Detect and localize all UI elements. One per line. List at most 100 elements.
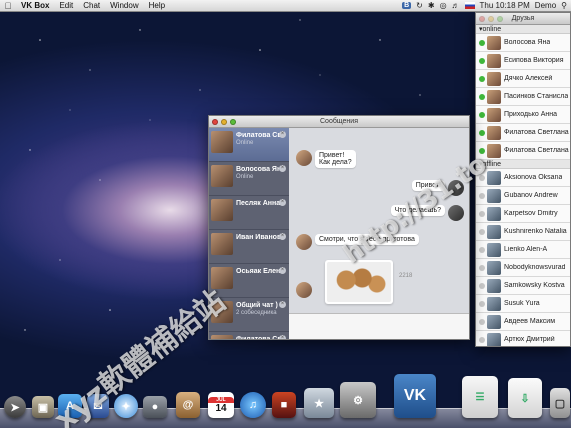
close-conversation-icon[interactable]: ×	[279, 335, 286, 339]
safari-icon[interactable]: ✦	[114, 394, 138, 418]
conversation-item[interactable]: Общий чат ) 2 собеседника ×	[209, 298, 289, 332]
friend-item[interactable]: Aksionova Oksana	[476, 169, 570, 187]
friend-item[interactable]: Приходько Анна	[476, 106, 570, 124]
online-section-header[interactable]: ▾online	[476, 25, 570, 34]
minimize-button[interactable]	[221, 118, 227, 125]
messages-titlebar[interactable]: Сообщения	[209, 116, 469, 128]
friend-item[interactable]: Nobodyknowsvurad	[476, 259, 570, 277]
clock[interactable]: Thu 10:18 PM	[480, 1, 530, 10]
spotlight-icon[interactable]: ⚲	[561, 1, 567, 10]
avatar	[487, 260, 501, 275]
message-bubble: Привет!	[411, 180, 445, 191]
avatar	[211, 335, 233, 339]
close-conversation-icon[interactable]: ×	[279, 165, 286, 172]
calendar-icon[interactable]: JUL 14	[208, 392, 234, 418]
close-conversation-icon[interactable]: ×	[279, 267, 286, 274]
wifi-icon[interactable]: ◎	[440, 1, 447, 10]
close-button[interactable]	[479, 15, 485, 22]
zoom-button[interactable]	[497, 15, 503, 22]
avatar	[487, 206, 501, 221]
online-status-icon	[479, 147, 485, 154]
friend-name: Nobodyknowsvurad	[504, 264, 566, 271]
system-preferences-icon[interactable]: ⚙	[340, 382, 376, 418]
input-language-flag-icon[interactable]	[464, 2, 475, 9]
friend-item[interactable]: Lienko Alen-A	[476, 241, 570, 259]
installer-document-icon[interactable]: ⇩	[508, 378, 542, 418]
zoom-button[interactable]	[230, 118, 236, 125]
friend-name: Есипова Виктория	[504, 57, 564, 64]
friend-name: Gubanov Andrew	[504, 192, 558, 199]
online-status-icon	[479, 57, 485, 64]
close-conversation-icon[interactable]: ×	[279, 301, 286, 308]
close-conversation-icon[interactable]: ×	[279, 131, 286, 138]
trash-icon[interactable]: ▢	[550, 388, 570, 418]
photo-booth-icon[interactable]: ■	[272, 392, 296, 418]
menu-chat[interactable]: Chat	[78, 1, 105, 10]
chat-pane: Привет! Как дела? 2217 Привет! 2218 Что …	[289, 128, 469, 339]
attached-photo[interactable]	[325, 260, 393, 304]
friend-name: Филатова Светлана	[504, 129, 569, 136]
avatar	[487, 107, 501, 122]
vk-status-icon[interactable]: B	[402, 2, 412, 9]
rocket-launchpad-icon[interactable]: ➤	[4, 396, 26, 418]
friend-item[interactable]: Gubanov Andrew	[476, 187, 570, 205]
document-stack-icon[interactable]: ☰	[462, 376, 498, 418]
friend-name: Karpetsov Dmitry	[504, 210, 558, 217]
friend-item[interactable]: Susuk Yura	[476, 295, 570, 313]
friend-item[interactable]: Karpetsov Dmitry	[476, 205, 570, 223]
menu-bar:  VK Box Edit Chat Window Help B ↻ ✱ ◎ ♬…	[0, 0, 571, 12]
sync-icon[interactable]: ↻	[416, 1, 423, 10]
app-menu[interactable]: VK Box	[16, 1, 54, 10]
friend-item[interactable]: Авдеев Максим	[476, 313, 570, 331]
friend-item[interactable]: Артюх Дмитрий	[476, 331, 570, 346]
offline-section-header[interactable]: ▾offline	[476, 160, 570, 169]
avatar	[211, 233, 233, 255]
close-conversation-icon[interactable]: ×	[279, 199, 286, 206]
preview-icon[interactable]: ✉	[87, 394, 109, 418]
volume-icon[interactable]: ♬	[452, 1, 460, 10]
address-book-icon[interactable]: @	[176, 392, 200, 418]
online-status-icon	[479, 39, 485, 46]
offline-status-icon	[479, 246, 485, 253]
facetime-icon[interactable]: ●	[143, 396, 167, 418]
friend-item[interactable]: Есипова Виктория	[476, 52, 570, 70]
friend-item[interactable]: Пасинков Станисла	[476, 88, 570, 106]
friend-item[interactable]: Волосова Яна	[476, 34, 570, 52]
conversation-item[interactable]: Волосова Яна Online ×	[209, 162, 289, 196]
friends-titlebar[interactable]: Друзья	[476, 13, 570, 25]
friend-item[interactable]: Филатова Светлана	[476, 142, 570, 160]
close-button[interactable]	[212, 118, 218, 125]
friend-item[interactable]: Kushnirenko Natalia	[476, 223, 570, 241]
itunes-icon[interactable]: ♫	[240, 392, 266, 418]
friend-item[interactable]: Дячко Алексей	[476, 70, 570, 88]
conversation-item[interactable]: Иван Иванов ×	[209, 230, 289, 264]
minimize-button[interactable]	[488, 15, 494, 22]
avatar	[487, 188, 501, 203]
friend-name: Артюх Дмитрий	[504, 336, 555, 343]
menu-help[interactable]: Help	[144, 1, 170, 10]
offline-status-icon	[479, 264, 485, 271]
friend-item[interactable]: Филатова Светлана	[476, 124, 570, 142]
apple-menu-icon[interactable]: 	[0, 1, 16, 11]
friend-item[interactable]: Samkowsky Kostva	[476, 277, 570, 295]
conversation-item[interactable]: Песляк Анна ×	[209, 196, 289, 230]
menu-edit[interactable]: Edit	[54, 1, 78, 10]
menu-window[interactable]: Window	[105, 1, 143, 10]
user-menu[interactable]: Demo	[535, 1, 556, 10]
conversation-status: Online	[236, 174, 254, 180]
offline-status-icon	[479, 336, 485, 343]
vk-box-icon[interactable]: VK	[394, 374, 436, 418]
message-time: 2218	[399, 273, 413, 279]
iphoto-icon[interactable]: ★	[304, 388, 334, 418]
close-conversation-icon[interactable]: ×	[279, 233, 286, 240]
offline-friends-list: Aksionova Oksana Gubanov Andrew Karpetsov …	[476, 169, 570, 346]
image-capture-icon[interactable]: ▣	[32, 396, 54, 418]
conversation-item[interactable]: Филатова Св. Online ×	[209, 128, 289, 162]
conversation-item[interactable]: Филатова Све×	[209, 332, 289, 339]
message-input[interactable]	[289, 313, 469, 339]
bluetooth-icon[interactable]: ✱	[428, 1, 435, 10]
conversation-item[interactable]: Осьяак Елена ×	[209, 264, 289, 298]
offline-status-icon	[479, 300, 485, 307]
friend-name: Lienko Alen-A	[504, 246, 548, 253]
app-store-icon[interactable]: A	[58, 394, 82, 418]
